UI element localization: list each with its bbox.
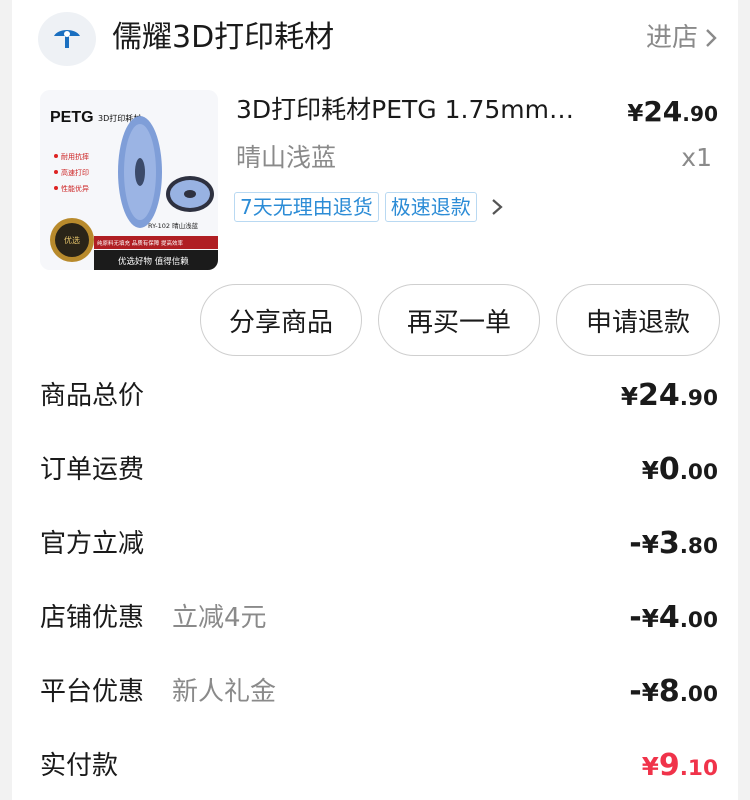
price-decimal: .90: [682, 102, 718, 126]
fee-amount: -¥3.80: [629, 526, 718, 561]
product-variant: 晴山浅蓝: [236, 143, 337, 172]
fee-amount: ¥0.00: [641, 452, 718, 487]
fee-row-official-discount: 官方立减 -¥3.80: [12, 514, 738, 574]
paid-amount-row: 实付款 ¥9.10: [12, 736, 738, 796]
image-brand-text: PETG: [50, 109, 94, 126]
image-feature-2: 高速打印: [61, 168, 89, 177]
fee-row-total: 商品总价 ¥24.90: [12, 366, 738, 426]
fee-row-shipping: 订单运费 ¥0.00: [12, 440, 738, 500]
image-footer-text: 优选好物 值得信赖: [118, 256, 189, 267]
fee-label: 官方立减: [40, 529, 145, 559]
chevron-right-icon: [706, 29, 717, 47]
enter-shop-label: 进店: [645, 23, 698, 53]
request-refund-button[interactable]: 申请退款: [556, 284, 720, 356]
image-banner-text: 纯原料无填充 品质有保障 提高效率: [97, 239, 183, 247]
paid-amount: ¥9.10: [641, 748, 718, 783]
buy-again-button[interactable]: 再买一单: [378, 284, 540, 356]
shop-header[interactable]: 儒耀3D打印耗材 进店: [12, 0, 738, 80]
image-feature-1: 耐用抗摔: [61, 152, 89, 161]
fee-label: 平台优惠: [40, 677, 145, 707]
product-thumbnail[interactable]: PETG 3D打印耗材 耐用抗摔 高速打印 性能优异 RY-102 晴山浅蓝 优…: [40, 90, 218, 270]
shop-name[interactable]: 儒耀3D打印耗材: [112, 16, 334, 60]
paid-label: 实付款: [40, 751, 119, 781]
price-integer: 24: [643, 95, 683, 128]
fee-sublabel: 立减4元: [172, 603, 267, 633]
tag-7day-return[interactable]: 7天无理由退货: [234, 192, 379, 222]
product-price: ¥24.90: [627, 90, 718, 136]
product-image: PETG 3D打印耗材 耐用抗摔 高速打印 性能优异 RY-102 晴山浅蓝 优…: [40, 90, 218, 270]
fee-amount: -¥8.00: [629, 674, 718, 709]
fee-row-platform-discount[interactable]: 平台优惠 新人礼金 -¥8.00: [12, 662, 738, 722]
fee-label: 店铺优惠: [40, 603, 145, 633]
fee-row-shop-discount[interactable]: 店铺优惠 立减4元 -¥4.00: [12, 588, 738, 648]
fee-label: 订单运费: [40, 455, 145, 485]
tags-chevron-right-icon[interactable]: [491, 197, 503, 217]
fee-amount: -¥4.00: [629, 600, 718, 635]
product-title[interactable]: 3D打印耗材PETG 1.75mm…: [236, 90, 606, 130]
image-model-text: RY-102 晴山浅蓝: [148, 221, 199, 230]
fee-sublabel: 新人礼金: [172, 677, 277, 707]
enter-shop-link[interactable]: 进店: [646, 18, 718, 58]
tag-fast-refund[interactable]: 极速退款: [384, 192, 477, 222]
shop-logo-icon: [54, 30, 80, 48]
image-seal-text: 优选: [64, 235, 80, 245]
service-tags[interactable]: 7天无理由退货 极速退款: [234, 192, 503, 222]
share-product-button[interactable]: 分享商品: [200, 284, 362, 356]
price-currency: ¥: [627, 101, 644, 127]
order-actions: 分享商品 再买一单 申请退款: [200, 284, 720, 356]
fee-amount: ¥24.90: [620, 378, 718, 413]
shop-avatar[interactable]: [38, 12, 96, 66]
product-quantity: x1: [681, 143, 712, 172]
image-feature-3: 性能优异: [61, 184, 89, 193]
fee-label: 商品总价: [40, 381, 145, 411]
order-card: 儒耀3D打印耗材 进店 PETG 3D打印耗材 耐用抗摔 高速打印 性能优异 R…: [12, 0, 738, 800]
